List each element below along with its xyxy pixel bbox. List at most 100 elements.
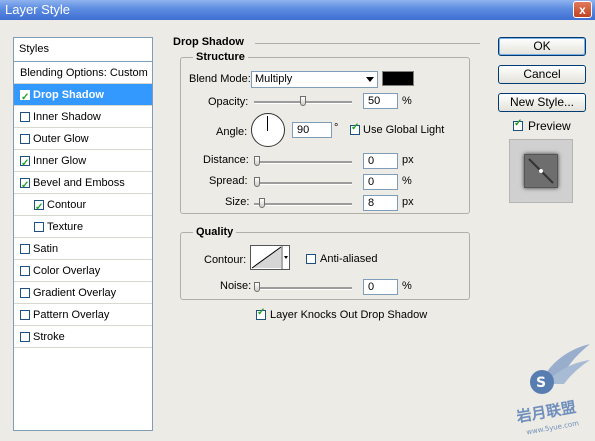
angle-dial-hand — [267, 116, 268, 131]
styles-header[interactable]: Styles — [14, 38, 152, 62]
style-item-pattern-overlay[interactable]: Pattern Overlay — [14, 304, 152, 326]
spread-slider[interactable] — [254, 177, 352, 189]
size-unit: px — [402, 196, 414, 208]
title-bar: Layer Style x — [0, 0, 595, 20]
style-item-checkbox[interactable] — [20, 288, 30, 298]
distance-unit: px — [402, 154, 414, 166]
opacity-slider[interactable] — [254, 96, 352, 108]
style-item-satin[interactable]: Satin — [14, 238, 152, 260]
noise-slider-thumb[interactable] — [254, 282, 260, 292]
opacity-unit: % — [402, 95, 412, 107]
spread-slider-track — [254, 182, 352, 185]
style-item-checkbox[interactable] — [34, 222, 44, 232]
style-item-inner-glow[interactable]: Inner Glow — [14, 150, 152, 175]
new-style-button[interactable]: New Style... — [498, 93, 586, 112]
style-item-label: Bevel and Emboss — [33, 177, 125, 189]
knockout-label[interactable]: Layer Knocks Out Drop Shadow — [270, 309, 427, 321]
spread-label: Spread: — [209, 175, 248, 187]
size-input[interactable]: 8 — [363, 195, 398, 211]
style-item-label: Drop Shadow — [33, 89, 104, 101]
style-item-checkbox[interactable] — [20, 175, 30, 197]
style-item-label: Color Overlay — [33, 265, 101, 277]
style-item-checkbox[interactable] — [20, 244, 30, 254]
style-item-label: Stroke — [33, 331, 65, 343]
angle-input[interactable]: 90 — [292, 122, 332, 138]
close-button[interactable]: x — [573, 1, 592, 18]
contour-label: Contour: — [204, 254, 247, 266]
window-title: Layer Style — [5, 2, 71, 17]
angle-dial[interactable] — [251, 113, 285, 147]
style-item-color-overlay[interactable]: Color Overlay — [14, 260, 152, 282]
style-preview — [509, 139, 573, 203]
distance-label: Distance: — [203, 154, 249, 166]
noise-slider[interactable] — [254, 282, 352, 294]
style-item-label: Inner Shadow — [33, 111, 101, 123]
style-item-bevel-and-emboss[interactable]: Bevel and Emboss — [14, 172, 152, 197]
cancel-button[interactable]: Cancel — [498, 65, 586, 84]
quality-title: Quality — [193, 226, 237, 238]
noise-unit: % — [402, 280, 412, 292]
style-item-label: Texture — [47, 221, 84, 233]
size-slider-track — [254, 203, 352, 206]
preview-checkbox[interactable] — [513, 118, 523, 131]
style-item-label: Pattern Overlay — [33, 309, 110, 321]
style-item-outer-glow[interactable]: Outer Glow — [14, 128, 152, 150]
style-item-label: Contour — [47, 199, 87, 211]
svg-text:S: S — [536, 375, 546, 391]
noise-label: Noise: — [220, 280, 252, 292]
distance-input[interactable]: 0 — [363, 153, 398, 169]
style-item-gradient-overlay[interactable]: Gradient Overlay — [14, 282, 152, 304]
style-item-checkbox[interactable] — [20, 134, 30, 144]
use-global-light-label[interactable]: Use Global Light — [363, 124, 444, 136]
style-item-texture[interactable]: Texture — [14, 216, 152, 238]
size-slider-thumb[interactable] — [259, 198, 265, 208]
chevron-down-icon — [366, 77, 374, 82]
size-label: Size: — [225, 196, 250, 208]
style-item-checkbox[interactable] — [20, 87, 30, 109]
blend-mode-label: Blend Mode: — [189, 73, 251, 85]
size-slider[interactable] — [254, 198, 352, 210]
opacity-label: Opacity: — [208, 96, 249, 108]
style-item-checkbox[interactable] — [20, 153, 30, 175]
noise-input[interactable]: 0 — [363, 279, 398, 295]
preview-label[interactable]: Preview — [528, 119, 571, 133]
style-item-label: Inner Glow — [33, 155, 87, 167]
styles-list: Styles Blending Options: Custom Drop Shad… — [13, 37, 153, 431]
style-item-checkbox[interactable] — [20, 112, 30, 122]
anti-aliased-checkbox[interactable] — [306, 254, 316, 264]
style-item-contour[interactable]: Contour — [14, 194, 152, 219]
ok-button[interactable]: OK — [498, 37, 586, 56]
style-item-label: Outer Glow — [33, 133, 89, 145]
style-item-blending-options-custom[interactable]: Blending Options: Custom — [14, 62, 152, 84]
spread-unit: % — [402, 175, 412, 187]
structure-title: Structure — [193, 51, 248, 63]
drop-shadow-title: Drop Shadow — [170, 36, 247, 48]
spread-slider-thumb[interactable] — [254, 177, 260, 187]
style-item-drop-shadow[interactable]: Drop Shadow — [14, 84, 152, 109]
distance-slider-thumb[interactable] — [254, 156, 260, 166]
knockout-checkbox[interactable] — [256, 307, 266, 320]
wing-logo-icon: S 岩月联盟 www.5yue.com — [514, 344, 590, 436]
style-item-checkbox[interactable] — [20, 310, 30, 320]
style-item-stroke[interactable]: Stroke — [14, 326, 152, 348]
style-item-inner-shadow[interactable]: Inner Shadow — [14, 106, 152, 128]
style-item-checkbox[interactable] — [20, 332, 30, 342]
shadow-color-swatch[interactable] — [382, 71, 414, 86]
blend-mode-select[interactable]: Multiply — [251, 71, 378, 88]
opacity-input[interactable]: 50 — [363, 93, 398, 109]
opacity-slider-thumb[interactable] — [300, 96, 306, 106]
style-item-checkbox[interactable] — [34, 197, 44, 219]
blend-mode-value: Multiply — [255, 73, 293, 85]
use-global-light-checkbox[interactable] — [350, 122, 360, 135]
spread-input[interactable]: 0 — [363, 174, 398, 190]
watermark-logo: S 岩月联盟 www.5yue.com — [512, 340, 592, 436]
style-item-label: Blending Options: Custom — [20, 67, 148, 79]
drop-shadow-divider — [255, 43, 480, 44]
style-item-label: Satin — [33, 243, 59, 255]
contour-curve-icon — [251, 246, 288, 269]
contour-picker[interactable] — [250, 245, 290, 270]
style-item-label: Gradient Overlay — [33, 287, 117, 299]
distance-slider[interactable] — [254, 156, 352, 168]
anti-aliased-label[interactable]: Anti-aliased — [320, 253, 377, 265]
style-item-checkbox[interactable] — [20, 266, 30, 276]
